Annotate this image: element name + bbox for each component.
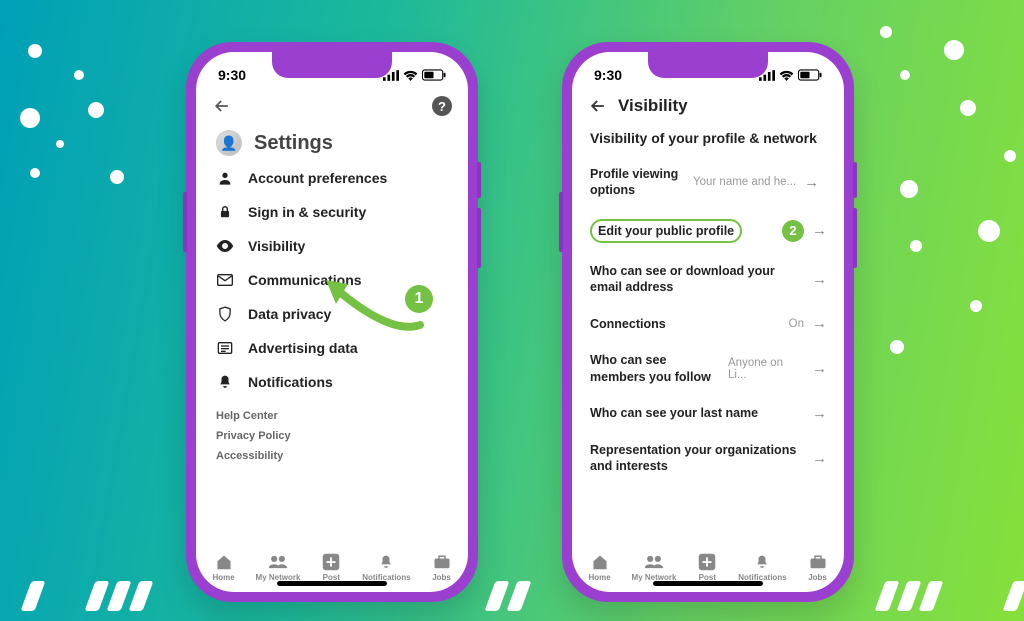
menu-label: Account preferences [248,170,387,186]
battery-icon [422,69,446,81]
envelope-icon [216,274,234,286]
background: 9:30 ? 👤 Settings Account preferences [0,0,1024,621]
chevron-right-icon: → [812,360,826,377]
row-organizations-interests[interactable]: Representation your organizations and in… [572,432,844,485]
home-icon [590,553,610,571]
back-icon[interactable] [588,96,608,116]
plus-icon [697,553,717,571]
briefcase-icon [432,553,452,571]
row-profile-viewing-options[interactable]: Profile viewing options Your name and he… [572,156,844,209]
annotation-step-2: 2 [782,220,804,242]
chevron-right-icon: → [812,405,826,422]
plus-icon [321,553,341,571]
nav-network[interactable]: My Network [256,553,301,582]
link-accessibility[interactable]: Accessibility [216,450,448,462]
menu-visibility[interactable]: Visibility [216,238,448,254]
avatar[interactable]: 👤 [216,130,242,156]
lock-icon [216,204,234,220]
home-icon [214,553,234,571]
nav-notifications[interactable]: Notifications [738,553,786,582]
page-title: Settings [254,132,333,155]
chevron-right-icon: → [804,174,818,191]
menu-label: Advertising data [248,340,358,356]
nav-post[interactable]: Post [697,553,717,582]
menu-label: Data privacy [248,306,331,322]
chevron-right-icon: → [812,315,826,332]
people-icon [268,553,288,571]
shield-icon [216,306,234,322]
menu-label: Visibility [248,238,305,254]
row-edit-public-profile[interactable]: Edit your public profile 2 → [572,209,844,253]
bell-icon [376,553,396,571]
row-last-name-visibility[interactable]: Who can see your last name → [572,395,844,432]
section-title: Visibility of your profile & network [572,126,844,156]
phone-settings: 9:30 ? 👤 Settings Account preferences [186,42,478,602]
wifi-icon [403,70,418,81]
battery-icon [798,69,822,81]
menu-notifications[interactable]: Notifications [216,374,448,390]
link-help-center[interactable]: Help Center [216,410,448,422]
row-connections[interactable]: Connections On → [572,305,844,342]
nav-post[interactable]: Post [321,553,341,582]
nav-home[interactable]: Home [212,553,234,582]
home-indicator[interactable] [653,581,763,586]
row-members-you-follow[interactable]: Who can see members you follow Anyone on… [572,342,844,395]
visibility-header: Visibility [572,92,844,126]
row-email-visibility[interactable]: Who can see or download your email addre… [572,253,844,306]
phone-visibility: 9:30 Visibility Visibility of your profi… [562,42,854,602]
person-icon [216,170,234,186]
help-icon[interactable]: ? [432,96,452,116]
menu-sign-in-security[interactable]: Sign in & security [216,204,448,220]
newspaper-icon [216,341,234,355]
nav-home[interactable]: Home [588,553,610,582]
people-icon [644,553,664,571]
menu-advertising-data[interactable]: Advertising data [216,340,448,356]
bell-icon [216,374,234,390]
nav-network[interactable]: My Network [632,553,677,582]
link-privacy-policy[interactable]: Privacy Policy [216,430,448,442]
status-time: 9:30 [594,67,622,83]
back-icon[interactable] [212,96,232,116]
status-time: 9:30 [218,67,246,83]
nav-jobs[interactable]: Jobs [432,553,452,582]
chevron-right-icon: → [812,450,826,467]
chevron-right-icon: → [812,271,826,288]
wifi-icon [779,70,794,81]
briefcase-icon [808,553,828,571]
annotation-step-1: 1 [405,285,433,313]
menu-label: Sign in & security [248,204,366,220]
menu-label: Notifications [248,374,333,390]
chevron-right-icon: → [812,222,826,239]
status-icons [759,69,822,81]
nav-notifications[interactable]: Notifications [362,553,410,582]
home-indicator[interactable] [277,581,387,586]
menu-label: Communications [248,272,362,288]
page-title: Visibility [618,96,688,116]
status-icons [383,69,446,81]
nav-jobs[interactable]: Jobs [808,553,828,582]
bell-icon [752,553,772,571]
menu-account-preferences[interactable]: Account preferences [216,170,448,186]
eye-icon [216,239,234,253]
settings-header: ? [196,92,468,126]
